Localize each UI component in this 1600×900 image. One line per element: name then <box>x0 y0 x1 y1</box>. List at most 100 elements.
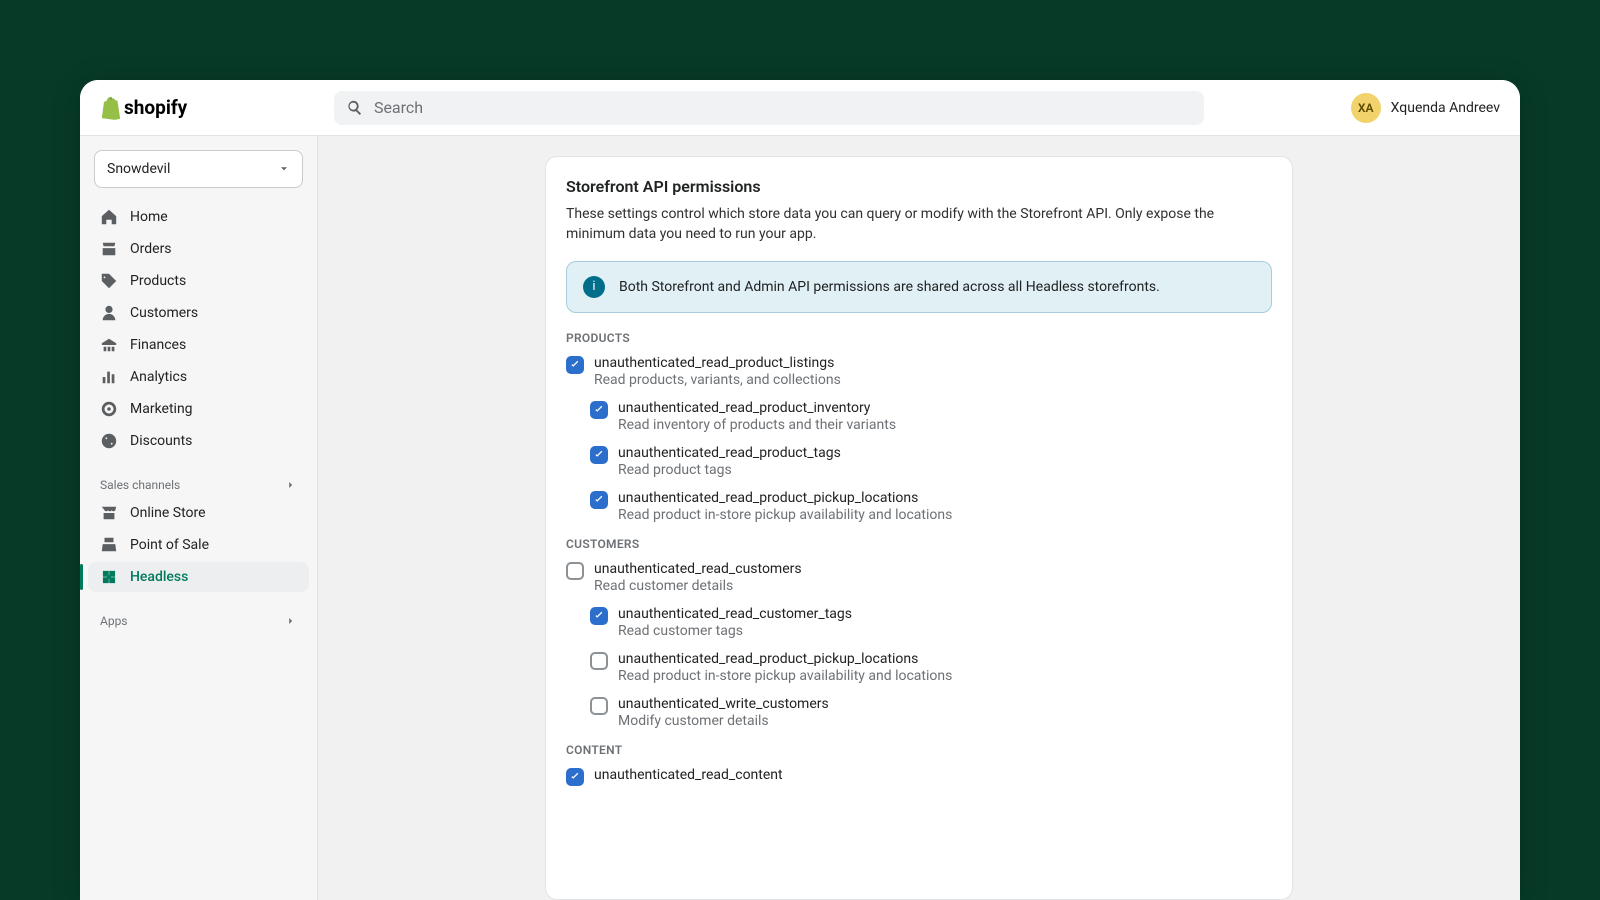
sidebar-item-label: Online Store <box>130 505 206 521</box>
sidebar-item-label: Home <box>130 209 168 225</box>
orders-icon <box>100 240 118 258</box>
search-icon <box>346 99 364 117</box>
permission-checkbox[interactable] <box>590 446 608 464</box>
permission-checkbox[interactable] <box>590 652 608 670</box>
permissions-card: Storefront API permissions These setting… <box>545 156 1293 900</box>
page-description: These settings control which store data … <box>566 204 1272 245</box>
permission-name: unauthenticated_read_product_pickup_loca… <box>618 651 952 667</box>
sidebar-item-label: Discounts <box>130 433 192 449</box>
search-wrap: Search <box>207 91 1330 125</box>
avatar: XA <box>1351 93 1381 123</box>
sidebar-item-label: Analytics <box>130 369 187 385</box>
permission-checkbox[interactable] <box>566 356 584 374</box>
sidebar-item-customers[interactable]: Customers <box>88 298 309 328</box>
customers-icon <box>100 304 118 322</box>
permission-text: unauthenticated_read_content <box>594 767 783 783</box>
sidebar-item-label: Orders <box>130 241 172 257</box>
permission-row: unauthenticated_read_customersRead custo… <box>566 561 1272 600</box>
user-name: Xquenda Andreev <box>1391 100 1500 116</box>
permission-name: unauthenticated_read_customer_tags <box>618 606 852 622</box>
permission-name: unauthenticated_read_content <box>594 767 783 783</box>
permission-desc: Read product in-store pickup availabilit… <box>618 507 952 523</box>
info-banner-text: Both Storefront and Admin API permission… <box>619 279 1160 295</box>
sidebar-item-home[interactable]: Home <box>88 202 309 232</box>
permission-name: unauthenticated_write_customers <box>618 696 829 712</box>
group-label: CONTENT <box>566 743 1272 757</box>
sidebar-item-label: Marketing <box>130 401 193 417</box>
permission-checkbox[interactable] <box>590 491 608 509</box>
permission-row: unauthenticated_read_customer_tagsRead c… <box>590 606 1272 645</box>
permission-desc: Read products, variants, and collections <box>594 372 841 388</box>
discounts-icon <box>100 432 118 450</box>
store-icon <box>100 504 118 522</box>
permission-checkbox[interactable] <box>566 768 584 786</box>
store-name: Snowdevil <box>107 161 170 177</box>
permission-text: unauthenticated_read_customersRead custo… <box>594 561 802 594</box>
permission-groups: PRODUCTS unauthenticated_read_product_lis… <box>566 331 1272 789</box>
group-label: CUSTOMERS <box>566 537 1272 551</box>
sidebar-item-headless[interactable]: Headless <box>88 562 309 592</box>
permission-checkbox[interactable] <box>590 607 608 625</box>
sidebar: Snowdevil Home Orders Products Customers <box>80 136 318 900</box>
section-label: Sales channels <box>100 478 180 492</box>
permission-desc: Read inventory of products and their var… <box>618 417 896 433</box>
sidebar-item-finances[interactable]: Finances <box>88 330 309 360</box>
brand-logo[interactable]: shopify <box>100 96 187 120</box>
permission-row: unauthenticated_read_product_pickup_loca… <box>590 490 1272 529</box>
sidebar-item-marketing[interactable]: Marketing <box>88 394 309 424</box>
permission-checkbox[interactable] <box>590 401 608 419</box>
sidebar-section-sales-channels[interactable]: Sales channels <box>88 474 309 496</box>
permission-name: unauthenticated_read_customers <box>594 561 802 577</box>
headless-icon <box>100 568 118 586</box>
sidebar-item-label: Point of Sale <box>130 537 209 553</box>
permission-name: unauthenticated_read_product_tags <box>618 445 841 461</box>
permission-row: unauthenticated_read_product_listingsRea… <box>566 355 1272 394</box>
body: Snowdevil Home Orders Products Customers <box>80 136 1520 900</box>
user-menu[interactable]: XA Xquenda Andreev <box>1351 93 1500 123</box>
search-input[interactable]: Search <box>334 91 1204 125</box>
permission-row: unauthenticated_read_product_inventoryRe… <box>590 400 1272 439</box>
sidebar-item-pos[interactable]: Point of Sale <box>88 530 309 560</box>
store-selector[interactable]: Snowdevil <box>94 150 303 188</box>
sidebar-item-discounts[interactable]: Discounts <box>88 426 309 456</box>
permission-desc: Modify customer details <box>618 713 829 729</box>
sidebar-item-products[interactable]: Products <box>88 266 309 296</box>
permission-name: unauthenticated_read_product_pickup_loca… <box>618 490 952 506</box>
permission-row: unauthenticated_read_content <box>566 767 1272 789</box>
sidebar-item-analytics[interactable]: Analytics <box>88 362 309 392</box>
sidebar-item-label: Finances <box>130 337 186 353</box>
page-title: Storefront API permissions <box>566 177 1272 196</box>
permission-desc: Read product in-store pickup availabilit… <box>618 668 952 684</box>
section-label: Apps <box>100 614 128 628</box>
permission-text: unauthenticated_write_customersModify cu… <box>618 696 829 729</box>
search-placeholder: Search <box>374 98 423 117</box>
permission-name: unauthenticated_read_product_listings <box>594 355 841 371</box>
permission-desc: Read customer details <box>594 578 802 594</box>
sidebar-item-label: Customers <box>130 305 198 321</box>
sidebar-item-online-store[interactable]: Online Store <box>88 498 309 528</box>
permission-desc: Read product tags <box>618 462 841 478</box>
group-label: PRODUCTS <box>566 331 1272 345</box>
brand-name: shopify <box>124 96 187 119</box>
chevron-right-icon <box>285 479 297 491</box>
main-content: Storefront API permissions These setting… <box>318 136 1520 900</box>
permission-row: unauthenticated_read_product_tagsRead pr… <box>590 445 1272 484</box>
finances-icon <box>100 336 118 354</box>
sidebar-item-label: Products <box>130 273 186 289</box>
analytics-icon <box>100 368 118 386</box>
permission-checkbox[interactable] <box>566 562 584 580</box>
sidebar-section-apps[interactable]: Apps <box>88 610 309 632</box>
permission-checkbox[interactable] <box>590 697 608 715</box>
sidebar-item-orders[interactable]: Orders <box>88 234 309 264</box>
top-bar: shopify Search XA Xquenda Andreev <box>80 80 1520 136</box>
home-icon <box>100 208 118 226</box>
products-icon <box>100 272 118 290</box>
shopify-bag-icon <box>100 96 122 120</box>
permission-text: unauthenticated_read_product_pickup_loca… <box>618 651 952 684</box>
permission-text: unauthenticated_read_customer_tagsRead c… <box>618 606 852 639</box>
permission-row: unauthenticated_read_product_pickup_loca… <box>590 651 1272 690</box>
info-icon: i <box>583 276 605 298</box>
permission-text: unauthenticated_read_product_pickup_loca… <box>618 490 952 523</box>
permission-text: unauthenticated_read_product_tagsRead pr… <box>618 445 841 478</box>
app-window: shopify Search XA Xquenda Andreev Snowde… <box>80 80 1520 900</box>
